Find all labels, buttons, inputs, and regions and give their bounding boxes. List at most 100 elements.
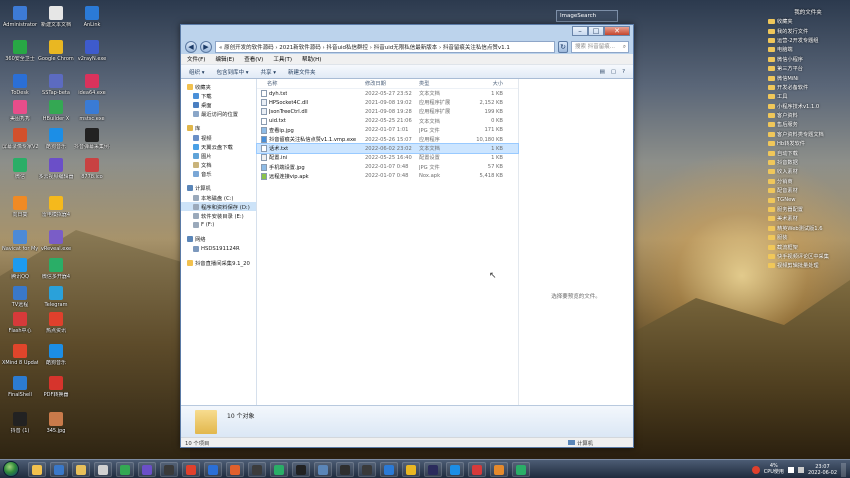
file-row[interactable]: dyh.txt 2022-05-27 23:52 文本文档 1 KB bbox=[257, 89, 518, 98]
right-list-item[interactable]: 自动下载 bbox=[768, 148, 848, 157]
right-list-item[interactable]: 工具 bbox=[768, 92, 848, 101]
address-bar[interactable]: « 原创开发的软件源码 › 2021新软件源码 › 抖音uid私信群控 › 抖音… bbox=[215, 40, 555, 53]
right-list-item[interactable]: 售后服务 bbox=[768, 120, 848, 129]
column-name[interactable]: 名称 bbox=[257, 80, 365, 87]
right-list-item[interactable]: 美术素材 bbox=[768, 214, 848, 223]
desktop-icon[interactable]: Flash中心 bbox=[2, 312, 38, 342]
help-icon[interactable]: ? bbox=[622, 69, 625, 75]
title-bar[interactable]: – □ ✕ bbox=[181, 25, 633, 39]
taskbar-app-design[interactable] bbox=[226, 462, 244, 477]
nav-item[interactable]: 下载 bbox=[181, 91, 256, 100]
desktop-icon[interactable]: 360安全卫士 bbox=[2, 40, 38, 70]
desktop-icon[interactable]: AnLink bbox=[74, 6, 110, 36]
refresh-button[interactable]: ↻ bbox=[558, 40, 568, 53]
desktop-icon[interactable]: 345.jpg bbox=[38, 412, 74, 442]
taskbar-app-search[interactable] bbox=[270, 462, 288, 477]
taskbar-app-unknown1[interactable] bbox=[160, 462, 178, 477]
taskbar-app-hbuilder[interactable] bbox=[116, 462, 134, 477]
network-icon[interactable] bbox=[787, 466, 794, 473]
right-list-item[interactable]: 分销商 bbox=[768, 177, 848, 186]
file-row[interactable]: HPSocket4C.dll 2021-09-08 19:02 应用程序扩展 2,15… bbox=[257, 98, 518, 107]
desktop-icon[interactable]: vReveal.exe bbox=[38, 230, 74, 260]
taskbar-app-nox[interactable] bbox=[358, 462, 376, 477]
taskbar-app-net[interactable] bbox=[314, 462, 332, 477]
right-list-item[interactable]: 微信小程序 bbox=[768, 55, 848, 64]
new-folder-button[interactable]: 新建文件夹 bbox=[288, 68, 316, 76]
desktop-icon[interactable]: v2rayN.exe bbox=[74, 40, 110, 70]
right-list-item[interactable]: 精英Web测试版1.6 bbox=[768, 224, 848, 233]
desktop-icon[interactable]: FinalShell bbox=[2, 376, 38, 406]
nav-item[interactable]: F (F:) bbox=[181, 221, 256, 230]
taskbar-app-charm[interactable] bbox=[138, 462, 156, 477]
taskbar-app-win[interactable] bbox=[446, 462, 464, 477]
taskbar-app-folder[interactable] bbox=[72, 462, 90, 477]
menu-file[interactable]: 文件(F) bbox=[187, 55, 205, 63]
nav-item[interactable]: 天翼云盘下载 bbox=[181, 142, 256, 151]
taskbar-app-media[interactable] bbox=[50, 462, 68, 477]
volume-icon[interactable] bbox=[797, 466, 804, 473]
right-list-item[interactable]: 配音素材 bbox=[768, 186, 848, 195]
desktop-icon[interactable]: 微信 bbox=[2, 158, 38, 188]
right-list-item[interactable]: 第三方平台 bbox=[768, 64, 848, 73]
column-size[interactable]: 大小 bbox=[467, 80, 503, 87]
close-button[interactable]: ✕ bbox=[604, 26, 630, 36]
nav-item[interactable]: 抖音直播间采集9.1_20 bbox=[181, 258, 256, 267]
view-options-icon[interactable]: ▤ bbox=[600, 69, 605, 75]
taskbar-app-camera[interactable] bbox=[248, 462, 266, 477]
start-button[interactable] bbox=[3, 461, 19, 477]
right-list-item[interactable]: Hb转发软件 bbox=[768, 139, 848, 148]
nav-item[interactable]: 本地磁盘 (C:) bbox=[181, 193, 256, 202]
file-row[interactable]: 手机端设置.jpg 2022-01-07 0:48 JPG 文件 57 KB bbox=[257, 163, 518, 172]
file-row[interactable]: uid.txt 2022-05-25 21:06 文本文档 0 KB bbox=[257, 117, 518, 126]
file-row[interactable]: JsonTreeCtrl.dll 2021-09-08 19:28 应用程序扩展 19… bbox=[257, 107, 518, 116]
taskbar-app-pin[interactable] bbox=[468, 462, 486, 477]
right-list-item[interactable]: 开发必备软件 bbox=[768, 83, 848, 92]
desktop-icon[interactable]: Google Chrome bbox=[38, 40, 74, 70]
file-row[interactable]: 查看ip.jpg 2022-01-07 1:01 JPG 文件 171 KB bbox=[257, 126, 518, 135]
maximize-button[interactable]: □ bbox=[588, 26, 604, 36]
nav-item[interactable]: 程序和资料保存 (D:) bbox=[181, 202, 256, 212]
nav-item[interactable]: 软件安装目录 (E:) bbox=[181, 211, 256, 220]
file-row[interactable]: 抖音留痕关注私信点赞v1.1.vmp.exe 2022-05-26 15:07 应用… bbox=[257, 135, 518, 144]
taskbar-app-wechat[interactable] bbox=[512, 462, 530, 477]
right-list-item[interactable]: 运营-2开发专题组 bbox=[768, 36, 848, 45]
desktop-icon[interactable]: 酷狗音乐 bbox=[38, 344, 74, 374]
desktop-icon[interactable]: 多云视频编辑器 bbox=[38, 158, 74, 188]
right-list-item[interactable]: 服装 bbox=[768, 233, 848, 242]
nav-item[interactable]: 计算机 bbox=[181, 184, 256, 193]
column-type[interactable]: 类型 bbox=[419, 80, 467, 87]
desktop-icon[interactable]: 新建文本文档 bbox=[38, 6, 74, 36]
menu-view[interactable]: 查看(V) bbox=[244, 55, 263, 63]
taskbar-app-cmd[interactable] bbox=[292, 462, 310, 477]
right-list-item[interactable]: 客户资料类专题文档 bbox=[768, 130, 848, 139]
taskbar-app-chrome[interactable] bbox=[182, 462, 200, 477]
right-list-item[interactable]: 收藏夹 bbox=[768, 17, 848, 26]
taskbar-app-phone[interactable] bbox=[380, 462, 398, 477]
desktop-icon[interactable]: 抖音 (1) bbox=[2, 412, 38, 442]
desktop-icon[interactable]: HBuilder X bbox=[38, 100, 74, 130]
menu-tools[interactable]: 工具(T) bbox=[273, 55, 292, 63]
input-method-icon[interactable] bbox=[751, 465, 760, 474]
menu-help[interactable]: 帮助(H) bbox=[302, 55, 321, 63]
taskbar-app-notes[interactable] bbox=[94, 462, 112, 477]
desktop-icon[interactable]: mstsc.exe bbox=[74, 100, 110, 130]
mini-window-1[interactable]: ImageSearch bbox=[556, 10, 618, 22]
desktop-icon[interactable]: 微信多开器4 bbox=[38, 258, 74, 288]
taskbar-app-unknown2[interactable] bbox=[336, 462, 354, 477]
desktop-icon[interactable]: 腾讯QQ bbox=[2, 258, 38, 288]
desktop-icon[interactable]: PDF转换器 bbox=[38, 376, 74, 406]
nav-item[interactable]: 收藏夹 bbox=[181, 82, 256, 91]
right-list-item[interactable]: 截流框架 bbox=[768, 242, 848, 251]
file-row[interactable]: 配置.ini 2022-05-25 16:40 配置设置 1 KB bbox=[257, 153, 518, 162]
right-list-item[interactable]: 客户资料 bbox=[768, 111, 848, 120]
menu-edit[interactable]: 编辑(E) bbox=[215, 55, 234, 63]
right-list-item[interactable]: 微信MiNi bbox=[768, 73, 848, 82]
organize-button[interactable]: 组织 ▾ bbox=[189, 68, 205, 76]
desktop-icon[interactable]: 向日葵 bbox=[2, 196, 38, 226]
nav-item[interactable]: 图片 bbox=[181, 151, 256, 160]
right-list-item[interactable]: 电脑端 bbox=[768, 45, 848, 54]
desktop-icon[interactable]: 抖音弹幕采集例子 bbox=[74, 128, 110, 158]
desktop-icon[interactable]: Navicat for MySQL bbox=[2, 230, 38, 260]
nav-item[interactable]: 音乐 bbox=[181, 170, 256, 179]
taskbar-app-idea[interactable] bbox=[424, 462, 442, 477]
